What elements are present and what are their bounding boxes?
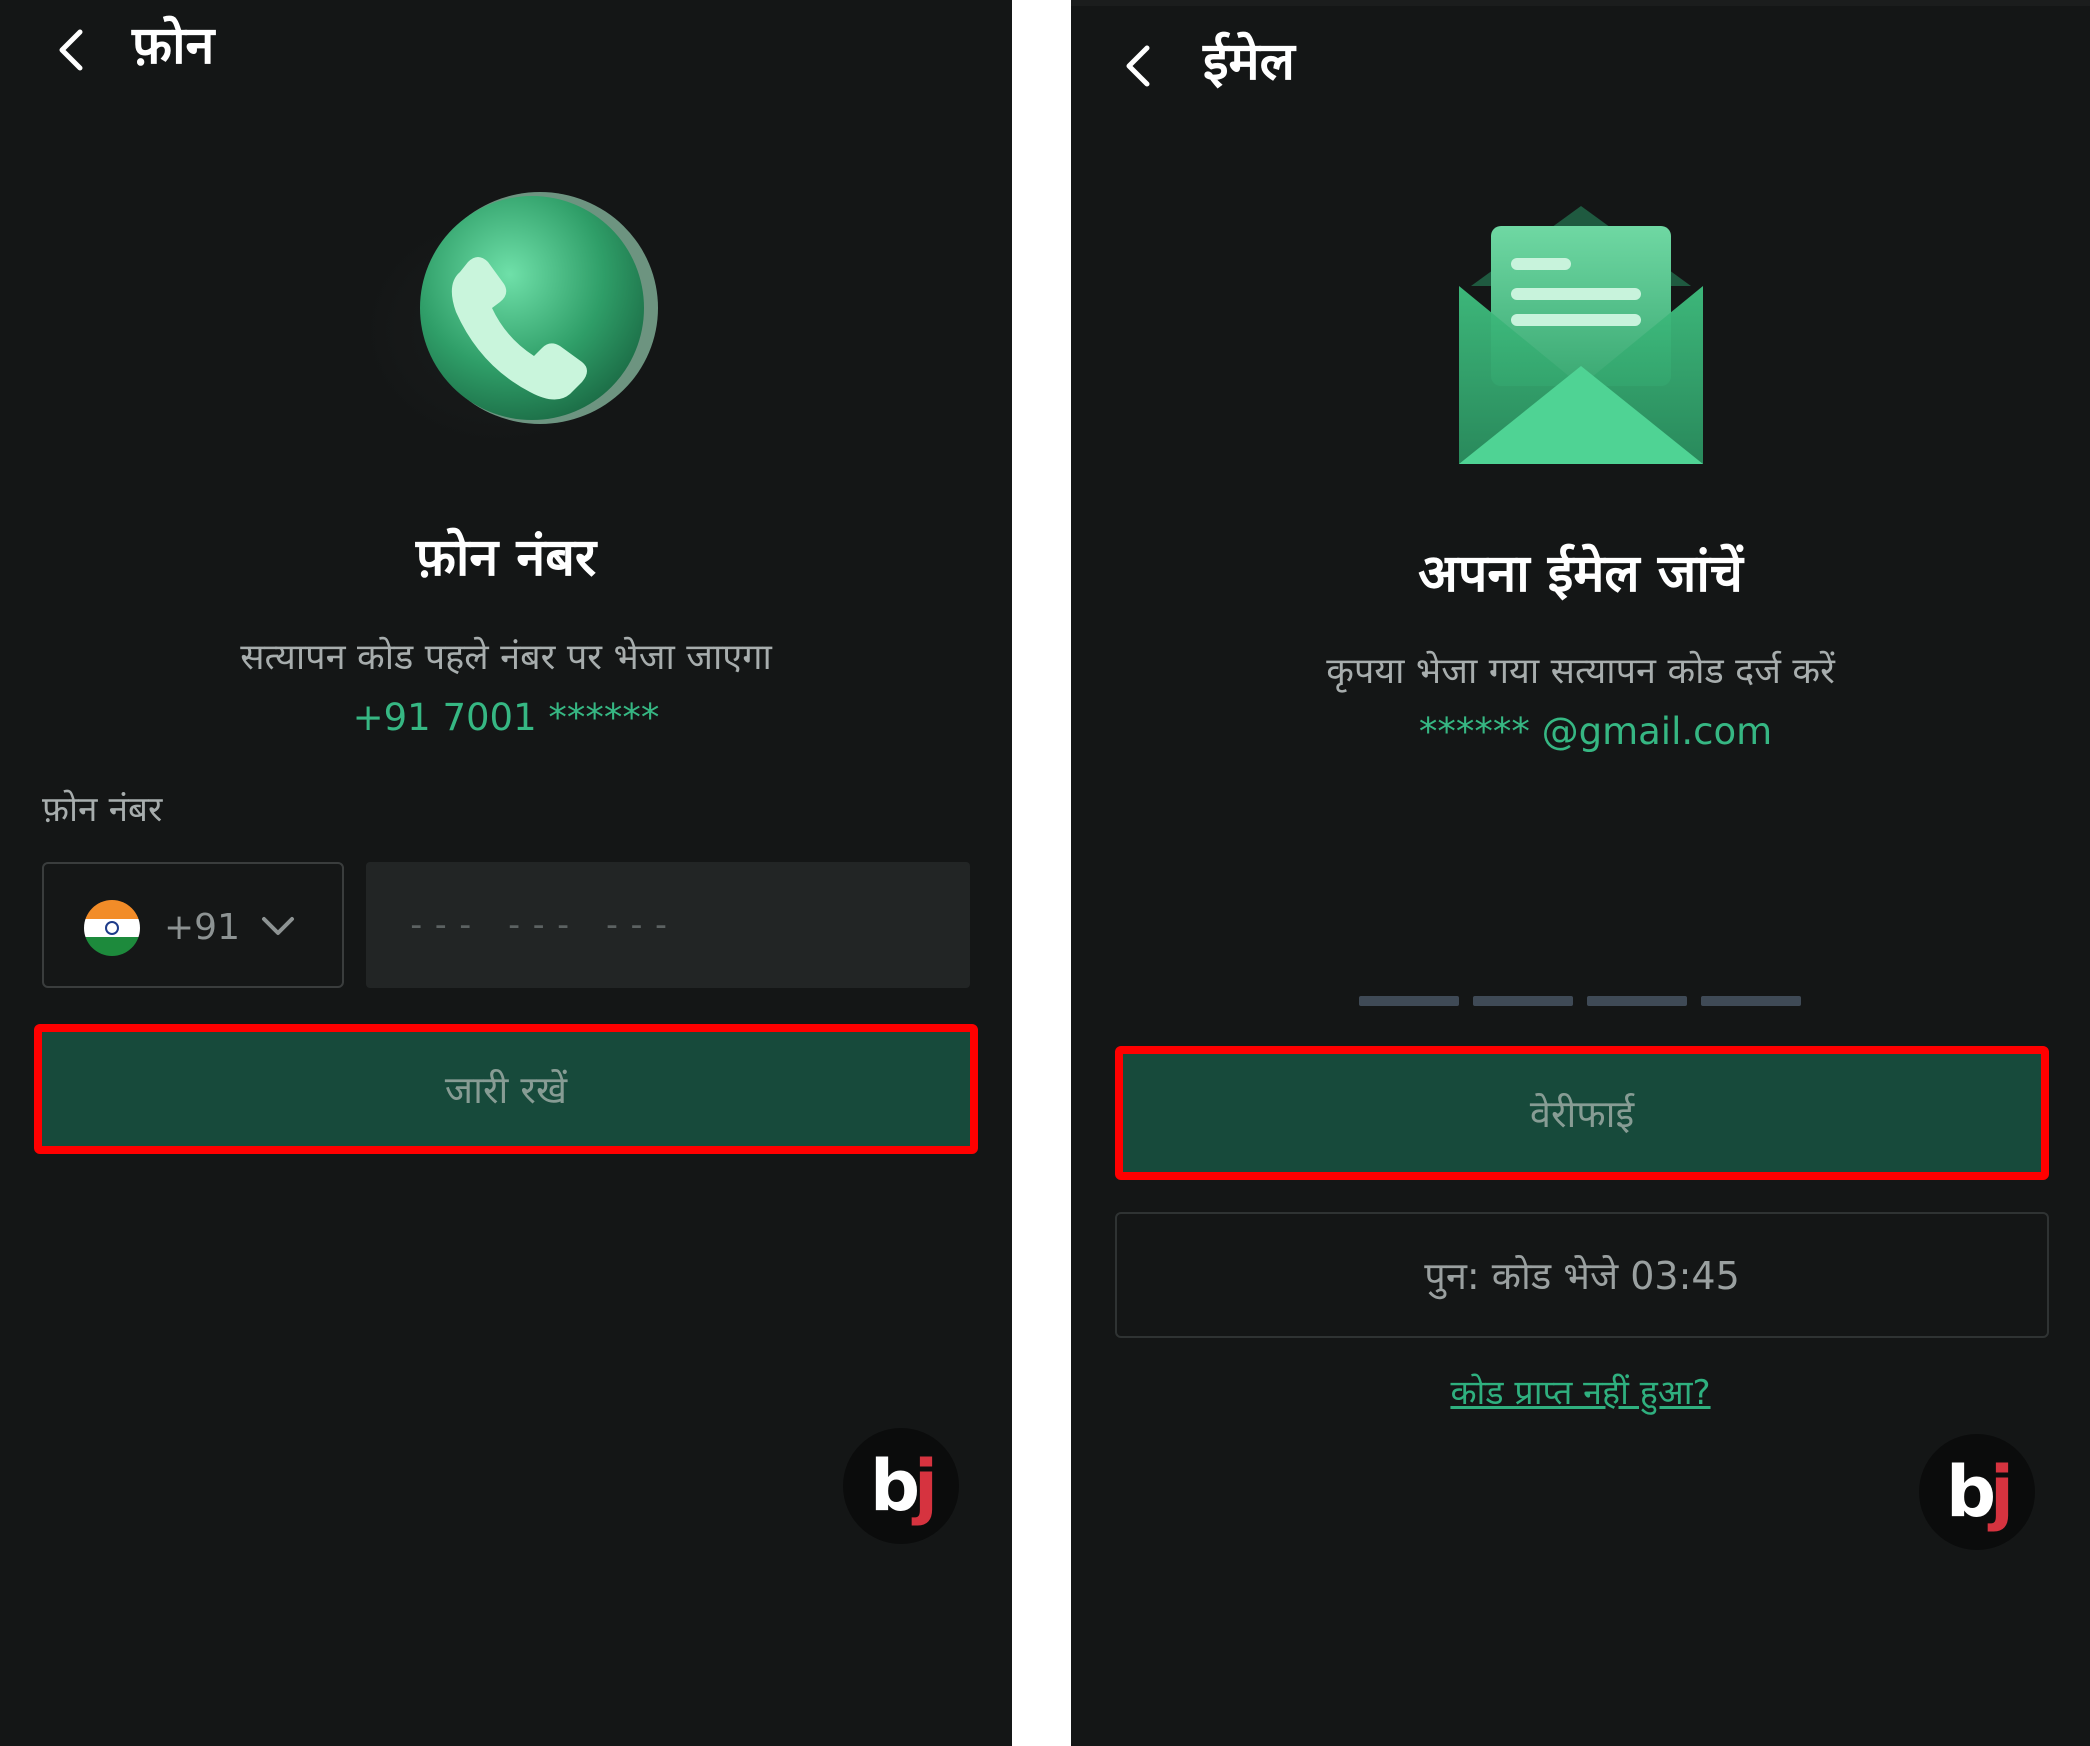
logo-letter-b: b [1945, 1451, 1996, 1533]
resend-code-button[interactable]: पुन: कोड भेजे 03:45 [1115, 1212, 2049, 1338]
country-code: +91 [164, 907, 240, 948]
subtitle: सत्यापन कोड पहले नंबर पर भेजा जाएगा [240, 637, 772, 678]
page-title: फ़ोन नंबर [415, 528, 597, 588]
app-logo: bj [843, 1428, 959, 1544]
phone-icon [360, 192, 658, 448]
logo-letter-b: b [869, 1445, 920, 1527]
chevron-left-icon [1126, 45, 1150, 87]
subtitle: कृपया भेजा गया सत्यापन कोड दर्ज करें [1326, 651, 1835, 692]
back-button[interactable] [1105, 30, 1175, 104]
masked-email: ****** @gmail.com [1418, 710, 1773, 753]
otp-digit-1[interactable] [1359, 996, 1459, 1006]
code-not-received-link[interactable]: कोड प्राप्त नहीं हुआ? [1450, 1373, 1710, 1413]
chevron-left-icon [59, 29, 83, 71]
header-title: फ़ोन [132, 16, 215, 76]
app-logo: bj [1919, 1434, 2035, 1550]
header-title: ईमेल [1203, 32, 1295, 92]
masked-phone-number: +91 7001 ****** [352, 696, 660, 739]
logo-letter-j: j [1990, 1451, 2014, 1533]
back-button[interactable] [38, 14, 108, 88]
no-code-link-wrapper: कोड प्राप्त नहीं हुआ? [1071, 1368, 2090, 1414]
otp-digit-2[interactable] [1473, 996, 1573, 1006]
otp-digit-3[interactable] [1587, 996, 1687, 1006]
continue-button[interactable]: जारी रखें [34, 1024, 978, 1154]
phone-field-label: फ़ोन नंबर [42, 790, 163, 830]
country-code-select[interactable]: +91 [42, 862, 344, 988]
page-title: अपना ईमेल जांचें [1418, 544, 1743, 604]
envelope-icon [1459, 206, 1703, 464]
verify-button[interactable]: वेरीफाई [1115, 1046, 2049, 1180]
chevron-down-icon [262, 917, 294, 935]
email-verification-screen: ईमेल अपना ईमेल जांचें कृपया भेजा गया सत्… [1071, 0, 2090, 1746]
phone-verification-screen: फ़ोन फ़ोन नंबर सत्यापन कोड पहले नंबर पर … [0, 0, 1012, 1746]
otp-digit-4[interactable] [1701, 996, 1801, 1006]
logo-letter-j: j [914, 1445, 938, 1527]
india-flag-icon [84, 900, 140, 956]
phone-number-input[interactable] [366, 862, 970, 988]
